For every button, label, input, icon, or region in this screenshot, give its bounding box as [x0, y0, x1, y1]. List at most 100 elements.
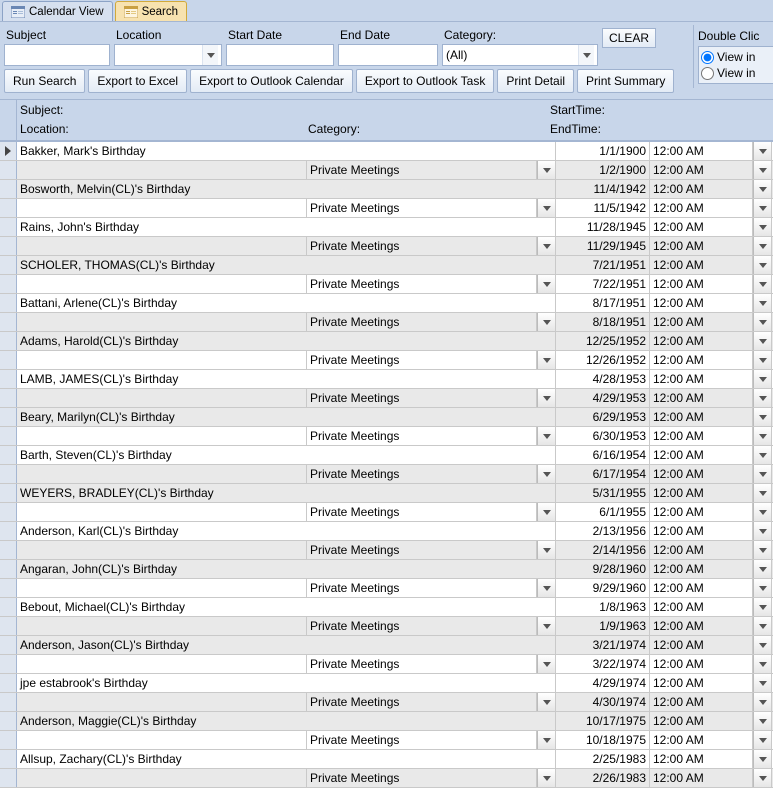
cell-location[interactable] [17, 389, 307, 407]
location-combo[interactable] [114, 44, 222, 66]
row-selector[interactable] [0, 560, 17, 578]
dropdown-button[interactable] [753, 218, 772, 236]
cell-starttime[interactable]: 12:00 AM [650, 522, 753, 540]
cell-endtime[interactable]: 12:00 AM [650, 427, 753, 445]
tab-search[interactable]: Search [115, 1, 187, 21]
cell-category[interactable]: Private Meetings [307, 237, 537, 255]
cell-location[interactable] [17, 427, 307, 445]
row-selector[interactable] [0, 636, 17, 654]
dropdown-button[interactable] [537, 617, 556, 635]
dropdown-button[interactable] [753, 351, 772, 369]
dropdown-button[interactable] [753, 750, 772, 768]
cell-endtime[interactable]: 12:00 AM [650, 313, 753, 331]
record-row-top[interactable]: Allsup, Zachary(CL)'s Birthday2/25/19831… [0, 750, 773, 769]
row-selector[interactable] [0, 446, 17, 464]
row-selector[interactable] [0, 313, 17, 331]
row-selector[interactable] [0, 579, 17, 597]
cell-subject[interactable]: Barth, Steven(CL)'s Birthday [17, 446, 556, 464]
row-selector[interactable] [0, 769, 17, 787]
cell-startdate[interactable]: 9/28/1960 [556, 560, 650, 578]
record-row-top[interactable]: SCHOLER, THOMAS(CL)'s Birthday7/21/19511… [0, 256, 773, 275]
view-in-radio-1[interactable]: View in [701, 49, 771, 65]
clear-button[interactable]: CLEAR [602, 28, 656, 48]
tab-calendar-view[interactable]: Calendar View [2, 1, 113, 21]
record-row-bottom[interactable]: Private Meetings6/1/195512:00 AM [0, 503, 773, 522]
dropdown-button[interactable] [537, 313, 556, 331]
cell-category[interactable]: Private Meetings [307, 161, 537, 179]
dropdown-button[interactable] [753, 579, 772, 597]
cell-starttime[interactable]: 12:00 AM [650, 218, 753, 236]
cell-subject[interactable]: LAMB, JAMES(CL)'s Birthday [17, 370, 556, 388]
cell-location[interactable] [17, 655, 307, 673]
cell-starttime[interactable]: 12:00 AM [650, 446, 753, 464]
dropdown-button[interactable] [753, 256, 772, 274]
dropdown-button[interactable] [753, 332, 772, 350]
cell-endtime[interactable]: 12:00 AM [650, 465, 753, 483]
record-row-bottom[interactable]: Private Meetings8/18/195112:00 AM [0, 313, 773, 332]
row-selector[interactable] [0, 180, 17, 198]
print-detail-button[interactable]: Print Detail [497, 69, 574, 93]
cell-category[interactable]: Private Meetings [307, 769, 537, 787]
cell-subject[interactable]: Anderson, Maggie(CL)'s Birthday [17, 712, 556, 730]
cell-starttime[interactable]: 12:00 AM [650, 598, 753, 616]
cell-category[interactable]: Private Meetings [307, 199, 537, 217]
cell-starttime[interactable]: 12:00 AM [650, 294, 753, 312]
row-selector[interactable] [0, 541, 17, 559]
record-row-top[interactable]: Anderson, Maggie(CL)'s Birthday10/17/197… [0, 712, 773, 731]
cell-category[interactable]: Private Meetings [307, 693, 537, 711]
record-row-bottom[interactable]: Private Meetings11/29/194512:00 AM [0, 237, 773, 256]
dropdown-button[interactable] [753, 199, 772, 217]
cell-category[interactable]: Private Meetings [307, 351, 537, 369]
row-selector[interactable] [0, 142, 17, 160]
cell-enddate[interactable]: 4/30/1974 [556, 693, 650, 711]
dropdown-button[interactable] [753, 769, 772, 787]
row-selector[interactable] [0, 427, 17, 445]
cell-startdate[interactable]: 4/29/1974 [556, 674, 650, 692]
cell-location[interactable] [17, 731, 307, 749]
record-row-top[interactable]: Bakker, Mark's Birthday1/1/190012:00 AM [0, 142, 773, 161]
cell-subject[interactable]: Rains, John's Birthday [17, 218, 556, 236]
row-selector[interactable] [0, 370, 17, 388]
dropdown-button[interactable] [753, 693, 772, 711]
record-row-bottom[interactable]: Private Meetings4/29/195312:00 AM [0, 389, 773, 408]
cell-endtime[interactable]: 12:00 AM [650, 693, 753, 711]
dropdown-button[interactable] [753, 465, 772, 483]
row-selector[interactable] [0, 351, 17, 369]
row-selector[interactable] [0, 294, 17, 312]
cell-location[interactable] [17, 769, 307, 787]
dropdown-button[interactable] [753, 370, 772, 388]
cell-category[interactable]: Private Meetings [307, 427, 537, 445]
cell-enddate[interactable]: 11/5/1942 [556, 199, 650, 217]
record-row-top[interactable]: WEYERS, BRADLEY(CL)'s Birthday5/31/19551… [0, 484, 773, 503]
dropdown-button[interactable] [753, 161, 772, 179]
cell-subject[interactable]: Bosworth, Melvin(CL)'s Birthday [17, 180, 556, 198]
record-row-bottom[interactable]: Private Meetings12/26/195212:00 AM [0, 351, 773, 370]
dropdown-button[interactable] [753, 180, 772, 198]
record-row-bottom[interactable]: Private Meetings1/9/196312:00 AM [0, 617, 773, 636]
cell-category[interactable]: Private Meetings [307, 579, 537, 597]
record-row-top[interactable]: Bebout, Michael(CL)'s Birthday1/8/196312… [0, 598, 773, 617]
cell-starttime[interactable]: 12:00 AM [650, 560, 753, 578]
record-row-top[interactable]: jpe estabrook's Birthday4/29/197412:00 A… [0, 674, 773, 693]
record-row-bottom[interactable]: Private Meetings3/22/197412:00 AM [0, 655, 773, 674]
cell-location[interactable] [17, 161, 307, 179]
dropdown-button[interactable] [537, 427, 556, 445]
category-combo[interactable]: (All) [442, 44, 598, 66]
cell-endtime[interactable]: 12:00 AM [650, 161, 753, 179]
dropdown-button[interactable] [753, 142, 772, 160]
cell-endtime[interactable]: 12:00 AM [650, 731, 753, 749]
dropdown-button[interactable] [753, 674, 772, 692]
cell-startdate[interactable]: 3/21/1974 [556, 636, 650, 654]
dropdown-button[interactable] [537, 731, 556, 749]
cell-category[interactable]: Private Meetings [307, 503, 537, 521]
cell-category[interactable]: Private Meetings [307, 465, 537, 483]
record-row-top[interactable]: Anderson, Karl(CL)'s Birthday2/13/195612… [0, 522, 773, 541]
record-row-top[interactable]: Barth, Steven(CL)'s Birthday6/16/195412:… [0, 446, 773, 465]
record-row-top[interactable]: Rains, John's Birthday11/28/194512:00 AM [0, 218, 773, 237]
cell-starttime[interactable]: 12:00 AM [650, 674, 753, 692]
print-summary-button[interactable]: Print Summary [577, 69, 674, 93]
dropdown-button[interactable] [537, 579, 556, 597]
record-row-bottom[interactable]: Private Meetings6/17/195412:00 AM [0, 465, 773, 484]
cell-startdate[interactable]: 11/4/1942 [556, 180, 650, 198]
dropdown-button[interactable] [753, 731, 772, 749]
